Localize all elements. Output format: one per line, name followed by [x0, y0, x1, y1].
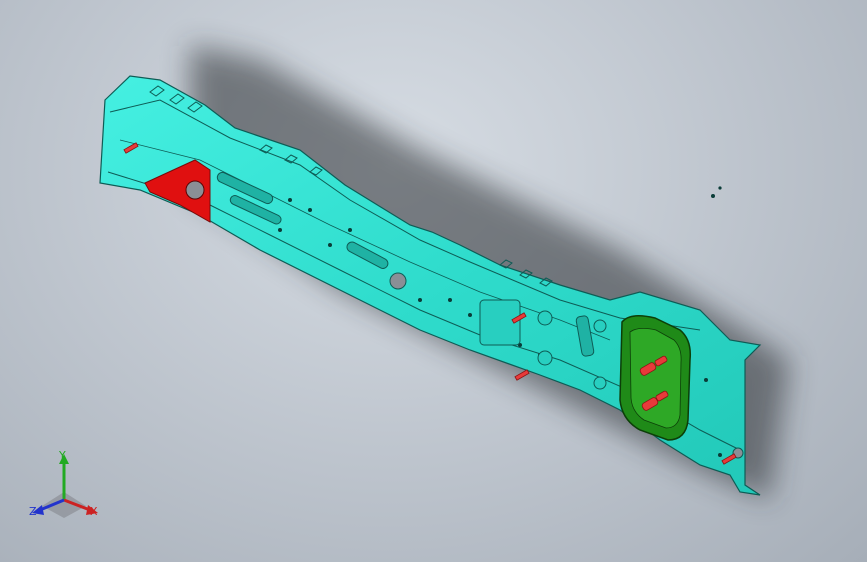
red-face-hole — [185, 180, 205, 200]
x-axis-label: X — [90, 505, 98, 518]
y-axis-label: Y — [59, 449, 66, 462]
gray-hole — [389, 272, 407, 290]
z-axis-label: Z — [29, 505, 37, 518]
cad-graphics-viewport[interactable] — [0, 0, 867, 562]
green-pocket-inner — [629, 328, 682, 429]
